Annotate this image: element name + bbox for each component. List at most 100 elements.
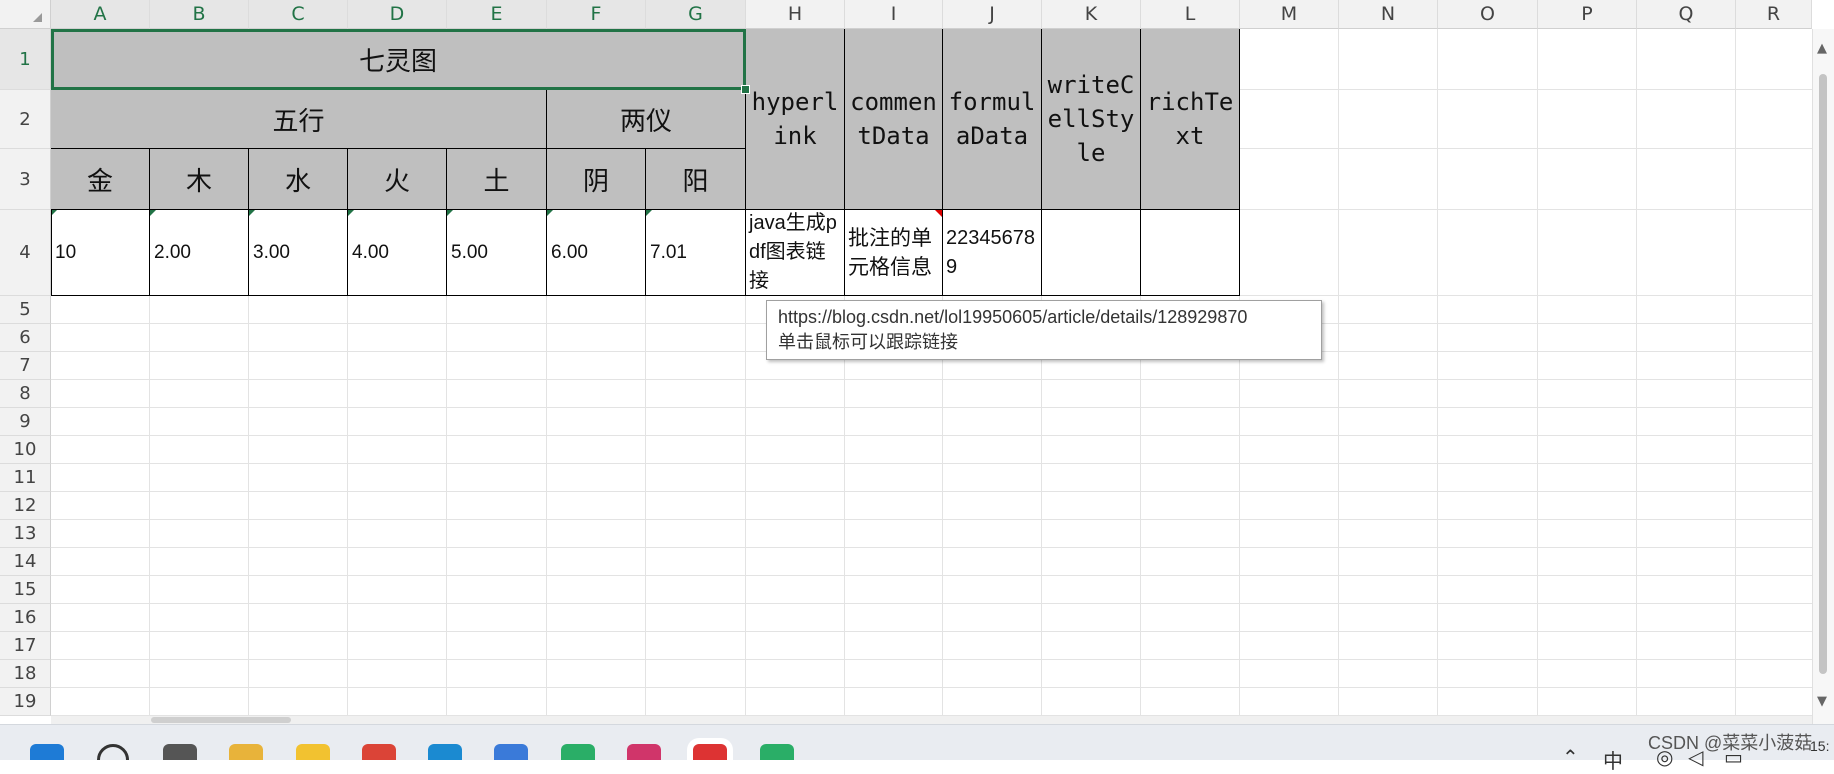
element-header-cell[interactable]: 木 (150, 149, 249, 210)
row-header-12[interactable]: 12 (0, 492, 51, 520)
column-header-o[interactable]: O (1438, 0, 1538, 29)
element-header-cell[interactable]: 水 (249, 149, 348, 210)
wps-icon[interactable] (693, 744, 727, 760)
column-header-f[interactable]: F (547, 0, 646, 29)
value-cell[interactable]: 10 (51, 210, 150, 296)
formula-data-header[interactable]: formulaData (943, 29, 1042, 210)
column-header-j[interactable]: J (943, 0, 1042, 29)
column-header-g[interactable]: G (646, 0, 746, 29)
gridline-horizontal (51, 379, 1812, 380)
column-header-i[interactable]: I (845, 0, 943, 29)
row-header-19[interactable]: 19 (0, 688, 51, 716)
rich-text-cell[interactable] (1141, 210, 1240, 296)
scroll-down-icon[interactable]: ▼ (1817, 694, 1827, 709)
row-header-9[interactable]: 9 (0, 408, 51, 436)
battery-icon[interactable]: ▭ (1724, 745, 1743, 769)
row-header-14[interactable]: 14 (0, 548, 51, 576)
element-header-cell[interactable]: 阳 (646, 149, 746, 210)
element-header-cell[interactable]: 金 (51, 149, 150, 210)
vertical-scrollbar[interactable]: ▲ ▼ (1812, 29, 1834, 724)
tray-chevron-icon[interactable]: ⌃ (1562, 745, 1579, 769)
column-header-n[interactable]: N (1339, 0, 1438, 29)
formula-cell[interactable]: 223456789 (943, 210, 1042, 296)
element-header-cell[interactable]: 阴 (547, 149, 646, 210)
write-cell-style-cell[interactable] (1042, 210, 1141, 296)
column-header-r[interactable]: R (1736, 0, 1812, 29)
file-explorer-icon[interactable] (229, 744, 263, 760)
number-as-text-marker-icon (646, 210, 652, 216)
write-cell-style-header[interactable]: writeCellStyle (1042, 29, 1141, 210)
column-header-c[interactable]: C (249, 0, 348, 29)
column-header-b[interactable]: B (150, 0, 249, 29)
column-header-l[interactable]: L (1141, 0, 1240, 29)
spreadsheet[interactable]: ABCDEFGHIJKLMNOPQR 1 2 3 4 5 6 7 8 9 10 11 12 13 14 15… (0, 0, 1834, 724)
horizontal-scroll-thumb[interactable] (151, 717, 291, 723)
row-header-6[interactable]: 6 (0, 324, 51, 352)
wechat-icon[interactable] (561, 744, 595, 760)
column-header-d[interactable]: D (348, 0, 447, 29)
value-cell[interactable]: 5.00 (447, 210, 547, 296)
fill-handle[interactable] (741, 85, 750, 94)
app-icon-2[interactable] (494, 744, 528, 760)
row-header-13[interactable]: 13 (0, 520, 51, 548)
ime-indicator[interactable]: 中 (1603, 745, 1623, 774)
gridline-horizontal (51, 575, 1812, 576)
value-cell[interactable]: 7.01 (646, 210, 746, 296)
value-cell[interactable]: 2.00 (150, 210, 249, 296)
comment-cell[interactable]: 批注的单元格信息 (845, 210, 943, 296)
column-header-k[interactable]: K (1042, 0, 1141, 29)
tooltip-url: https://blog.csdn.net/lol19950605/articl… (778, 307, 1248, 327)
wifi-icon[interactable]: ◎ (1656, 745, 1673, 769)
row-header-16[interactable]: 16 (0, 604, 51, 632)
column-header-m[interactable]: M (1240, 0, 1339, 29)
taskbar (0, 724, 1834, 760)
row-header-7[interactable]: 7 (0, 352, 51, 380)
liangyi-cell[interactable]: 两仪 (547, 90, 746, 149)
column-header-h[interactable]: H (746, 0, 845, 29)
row-header-8[interactable]: 8 (0, 380, 51, 408)
row-header-15[interactable]: 15 (0, 576, 51, 604)
element-header-cell[interactable]: 土 (447, 149, 547, 210)
clock[interactable]: 15: (1810, 738, 1829, 754)
row-header-4[interactable]: 4 (0, 210, 51, 296)
row-header-11[interactable]: 11 (0, 464, 51, 492)
comment-data-header[interactable]: commentData (845, 29, 943, 210)
select-all-corner[interactable] (0, 0, 51, 29)
app-icon[interactable] (296, 744, 330, 760)
column-header-p[interactable]: P (1538, 0, 1637, 29)
volume-icon[interactable]: ◁ (1688, 745, 1703, 769)
row-header-2[interactable]: 2 (0, 90, 51, 149)
chrome-icon[interactable] (362, 744, 396, 760)
column-header-a[interactable]: A (51, 0, 150, 29)
search-icon[interactable] (97, 744, 129, 760)
intellij-icon[interactable] (627, 744, 661, 760)
edge-icon[interactable] (428, 744, 462, 760)
value-cell[interactable]: 4.00 (348, 210, 447, 296)
row-header-18[interactable]: 18 (0, 660, 51, 688)
wuxing-cell[interactable]: 五行 (51, 90, 547, 149)
row-header-1[interactable]: 1 (0, 29, 51, 90)
row-header-3[interactable]: 3 (0, 149, 51, 210)
column-header-q[interactable]: Q (1637, 0, 1736, 29)
horizontal-scrollbar[interactable] (51, 716, 1812, 724)
rich-text-header[interactable]: richText (1141, 29, 1240, 210)
app-icon-3[interactable] (760, 744, 794, 760)
value-cell[interactable]: 3.00 (249, 210, 348, 296)
task-view-icon[interactable] (163, 744, 197, 760)
element-header-cell[interactable]: 火 (348, 149, 447, 210)
scroll-up-icon[interactable]: ▲ (1817, 41, 1827, 56)
row-header-17[interactable]: 17 (0, 632, 51, 660)
hyperlink-cell[interactable]: java生成pdf图表链接 (746, 210, 845, 296)
number-as-text-marker-icon (547, 210, 553, 216)
gridline-vertical (1537, 29, 1538, 716)
value-cell[interactable]: 6.00 (547, 210, 646, 296)
row-header-10[interactable]: 10 (0, 436, 51, 464)
vertical-scroll-thumb[interactable] (1819, 74, 1827, 674)
column-header-e[interactable]: E (447, 0, 547, 29)
hyperlink-header[interactable]: hyperlink (746, 29, 845, 210)
windows-start-icon[interactable] (30, 744, 64, 760)
row-header-5[interactable]: 5 (0, 296, 51, 324)
title-cell[interactable]: 七灵图 (51, 29, 746, 90)
gridline-vertical (1735, 29, 1736, 716)
gridline-horizontal (51, 659, 1812, 660)
